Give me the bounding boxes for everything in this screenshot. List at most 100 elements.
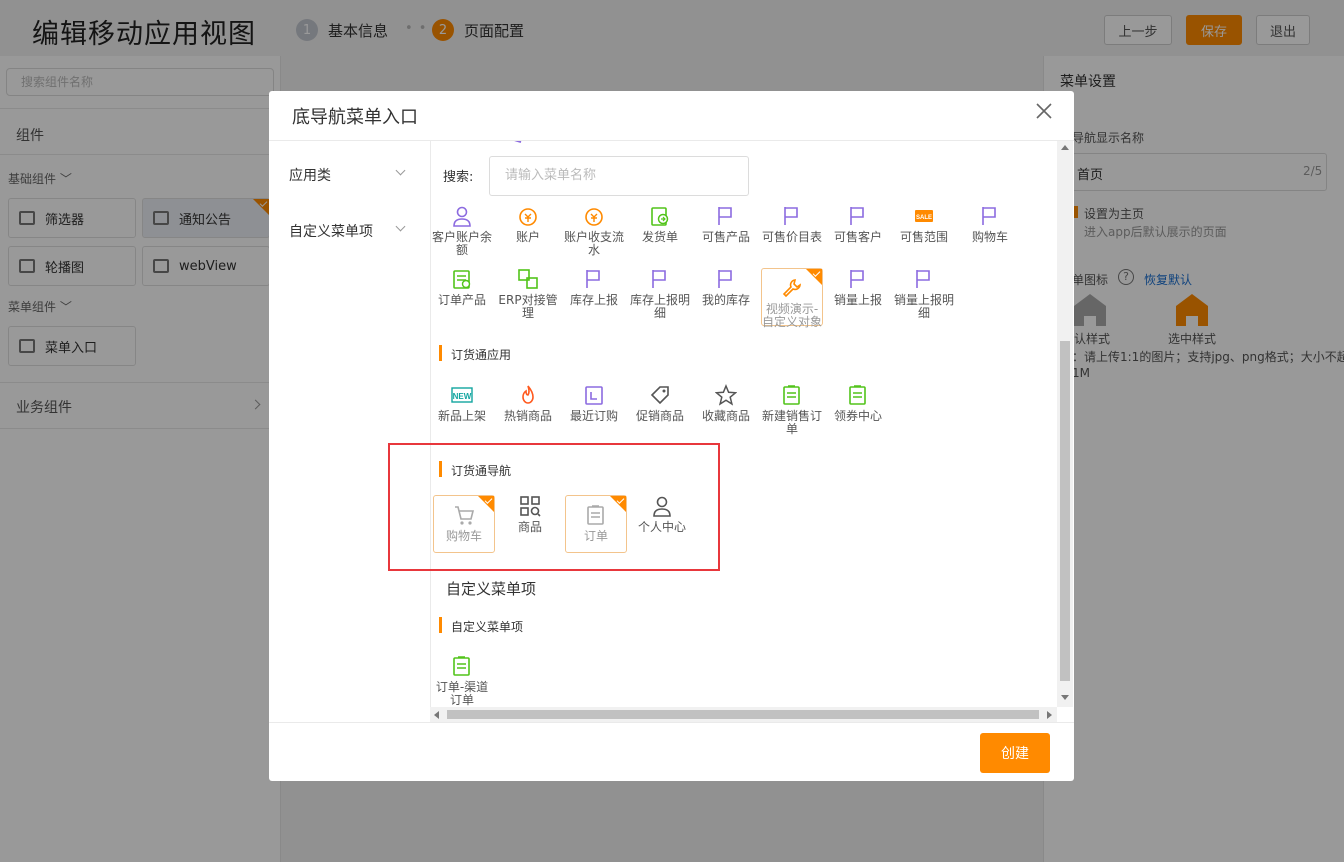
star-icon [715, 384, 737, 406]
custom-section-title: 自定义菜单项 [446, 580, 537, 598]
divider [269, 722, 1074, 723]
menu-item-label: 购物车 [971, 230, 1008, 244]
menu-item-label: 发货单 [641, 230, 678, 244]
menu-item-label: 订单-渠道订单 [435, 680, 489, 707]
app-menu-item[interactable]: 收藏商品 [695, 384, 757, 442]
menu-item-label: 最近订购 [569, 409, 618, 423]
menu-item[interactable]: 我的库存 [695, 268, 757, 326]
menu-item-label: 新品上架 [437, 409, 486, 423]
menu-item[interactable]: 账户 [497, 205, 559, 263]
app-menu-item[interactable]: 促销商品 [629, 384, 691, 442]
category-app[interactable]: 应用类 [289, 165, 331, 185]
menu-item-label: 库存上报 [569, 293, 618, 307]
menu-entry-modal: 底导航菜单入口 应用类 自定义菜单项 搜索: 请输入菜单名称 客户账户余额 账户 账… [269, 91, 1074, 781]
chevron-down-icon[interactable] [395, 165, 406, 176]
menu-item-label: 领券中心 [833, 409, 882, 423]
app-menu-item[interactable]: 热销商品 [497, 384, 559, 442]
menu-item-label: 热销商品 [503, 409, 552, 423]
svg-text:SALE: SALE [916, 215, 932, 221]
truck-icon [651, 207, 669, 226]
flag-icon [718, 270, 732, 288]
menu-item-label: 可售范围 [899, 230, 948, 244]
menu-item-label: 可售价目表 [761, 230, 822, 244]
menu-item[interactable]: 视频演示-自定义对象 [761, 268, 823, 329]
menu-item-label: 可售产品 [701, 230, 750, 244]
money-icon [519, 208, 537, 226]
sale-icon: SALE [915, 210, 933, 222]
wrench-icon [782, 279, 801, 298]
menu-item-label: 销量上报 [833, 293, 882, 307]
custom-group-title: 自定义菜单项 [439, 617, 523, 635]
menu-item-label: 订单产品 [437, 293, 486, 307]
menu-item-label: 客户账户余额 [431, 230, 492, 257]
flag-icon [850, 207, 864, 225]
menu-item-list: 搜索: 请输入菜单名称 客户账户余额 账户 账户收支流水 发货单 可售产品 可售价目表 可售… [430, 141, 1057, 722]
app-menu-item[interactable]: 领券中心 [827, 384, 889, 442]
menu-item-label: 促销商品 [635, 409, 684, 423]
menu-item-label: 收藏商品 [701, 409, 750, 423]
menu-item[interactable]: 可售客户 [827, 205, 889, 263]
money-icon [585, 208, 603, 226]
custom-menu-item[interactable]: 订单-渠道订单 [431, 655, 493, 713]
flag-icon [586, 270, 600, 288]
group-app-title: 订货通应用 [439, 345, 511, 363]
flag-icon [652, 270, 666, 288]
menu-item-label: 新建销售订单 [761, 409, 822, 436]
menu-item[interactable]: 可售产品 [695, 205, 757, 263]
app-menu-item[interactable]: 最近订购 [563, 384, 625, 442]
scroll-up-icon[interactable] [1061, 145, 1069, 150]
flag-icon [982, 207, 996, 225]
fire-icon [522, 385, 534, 404]
menu-item-label: 视频演示-自定义对象 [762, 302, 823, 329]
highlight-box [388, 443, 720, 571]
tag-icon [650, 386, 669, 405]
svg-text:NEW: NEW [453, 392, 472, 401]
menu-item-label: 我的库存 [701, 293, 750, 307]
scroll-right-icon[interactable] [1047, 711, 1052, 719]
menu-item[interactable]: 客户账户余额 [431, 205, 493, 263]
menu-item-label: 销量上报明细 [893, 293, 954, 320]
docx-icon [453, 270, 471, 289]
menu-item[interactable]: 可售价目表 [761, 205, 823, 263]
news-icon: NEW [451, 387, 473, 403]
menu-item-label: 可售客户 [833, 230, 882, 244]
close-icon[interactable] [1034, 101, 1054, 121]
menu-item[interactable]: 订单产品 [431, 268, 493, 326]
modal-title: 底导航菜单入口 [292, 107, 418, 128]
scroll-left-icon[interactable] [434, 711, 439, 719]
chevron-down-icon[interactable] [395, 221, 406, 232]
create-button[interactable]: 创建 [980, 733, 1050, 773]
app-menu-item[interactable]: NEW 新品上架 [431, 384, 493, 442]
menu-item[interactable]: 库存上报 [563, 268, 625, 326]
flag-icon [784, 207, 798, 225]
doc-icon [453, 656, 470, 676]
erp-icon [518, 269, 538, 289]
category-custom[interactable]: 自定义菜单项 [289, 221, 373, 241]
user-icon [453, 206, 471, 227]
vertical-scroll-thumb[interactable] [1060, 341, 1070, 681]
menu-item-label: ERP对接管理 [498, 293, 558, 320]
doc-icon [849, 385, 866, 405]
flag-icon [718, 207, 732, 225]
menu-item-label: 账户收支流水 [563, 230, 624, 257]
check-icon [806, 269, 822, 285]
menu-item[interactable]: 库存上报明细 [629, 268, 691, 326]
menu-item-label: 库存上报明细 [629, 293, 690, 320]
horizontal-scroll-thumb[interactable] [447, 710, 1039, 719]
menu-item[interactable]: 账户收支流水 [563, 205, 625, 263]
flag-icon [850, 270, 864, 288]
app-menu-item[interactable]: 新建销售订单 [761, 384, 823, 442]
menu-item-label: 账户 [515, 230, 540, 244]
horizontal-scrollbar[interactable] [430, 707, 1057, 722]
menu-item[interactable]: 发货单 [629, 205, 691, 263]
menu-item[interactable]: 销量上报明细 [893, 268, 955, 326]
menu-item[interactable]: ERP对接管理 [497, 268, 559, 326]
menu-search-input[interactable]: 请输入菜单名称 [489, 156, 749, 196]
vertical-scrollbar[interactable] [1057, 141, 1073, 707]
menu-item[interactable]: 销量上报 [827, 268, 889, 326]
partial-icons-row [451, 141, 751, 143]
search-label: 搜索: [443, 170, 474, 185]
menu-item[interactable]: 购物车 [959, 205, 1021, 263]
menu-item[interactable]: SALE 可售范围 [893, 205, 955, 263]
scroll-down-icon[interactable] [1061, 695, 1069, 700]
